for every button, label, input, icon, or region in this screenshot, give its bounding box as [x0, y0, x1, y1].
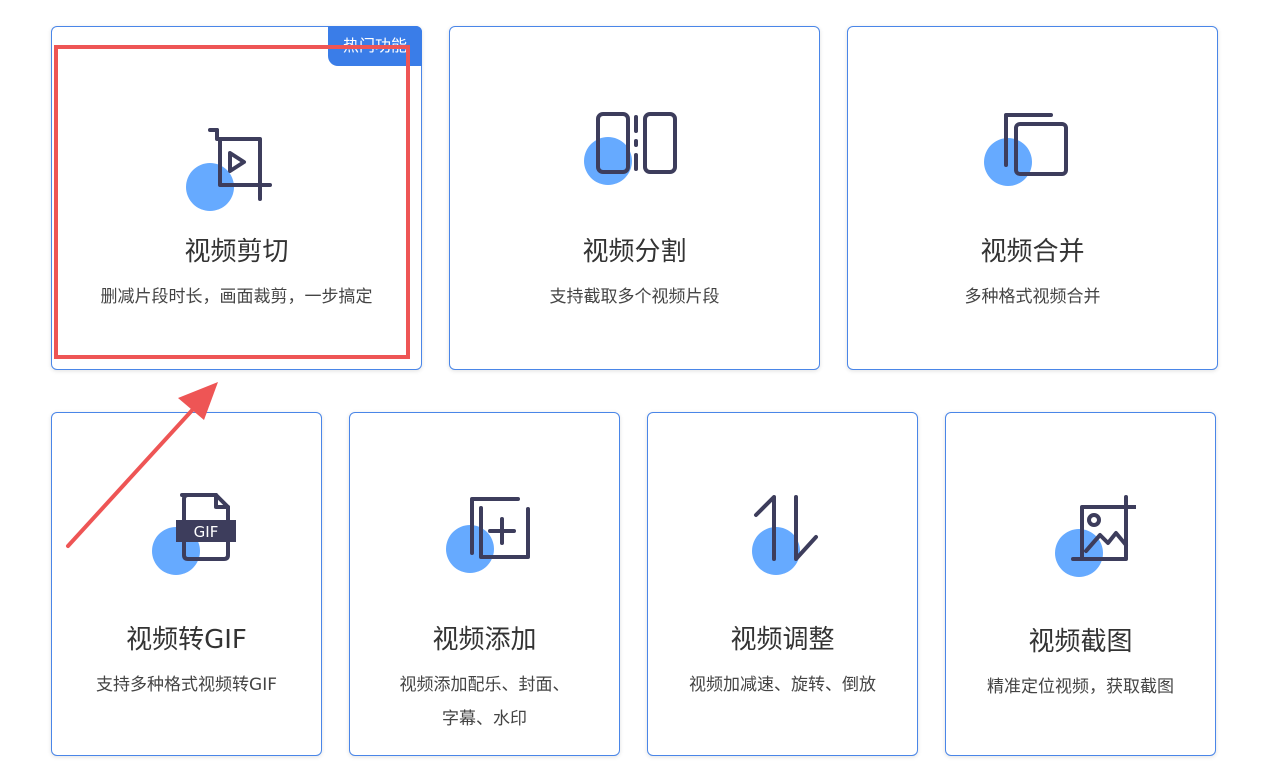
card-description: 支持多种格式视频转GIF [96, 675, 277, 695]
card-description: 视频添加配乐、封面、 [399, 675, 570, 695]
card-title: 视频调整 [730, 625, 835, 655]
card-video-adjust[interactable]: 视频调整 视频加减速、旋转、倒放 [647, 412, 918, 756]
card-video-screenshot[interactable]: 视频截图 精准定位视频，获取截图 [945, 412, 1216, 756]
card-title: 视频合并 [980, 237, 1085, 267]
card-description: 多种格式视频合并 [964, 287, 1101, 307]
card-title: 视频转GIF [126, 625, 247, 655]
gif-file-icon: GIF [132, 491, 242, 591]
card-title: 视频分割 [582, 237, 687, 267]
card-description: 支持截取多个视频片段 [549, 287, 720, 307]
card-video-merge[interactable]: 视频合并 多种格式视频合并 [847, 26, 1218, 370]
highlight-box [54, 45, 410, 359]
svg-text:GIF: GIF [193, 523, 218, 541]
card-video-to-gif[interactable]: GIF 视频转GIF 支持多种格式视频转GIF [51, 412, 322, 756]
card-video-add[interactable]: 视频添加 视频添加配乐、封面、 字幕、水印 [349, 412, 620, 756]
adjust-arrows-icon [728, 491, 838, 591]
card-description: 视频加减速、旋转、倒放 [689, 675, 876, 695]
card-video-split[interactable]: 视频分割 支持截取多个视频片段 [449, 26, 820, 370]
split-video-icon [580, 107, 690, 207]
image-crop-icon [1026, 493, 1136, 593]
card-title: 视频添加 [432, 625, 537, 655]
merge-video-icon [978, 107, 1088, 207]
card-description: 精准定位视频，获取截图 [987, 677, 1174, 697]
card-description-line2: 字幕、水印 [442, 709, 527, 729]
card-title: 视频截图 [1028, 627, 1133, 657]
add-box-icon [430, 491, 540, 591]
